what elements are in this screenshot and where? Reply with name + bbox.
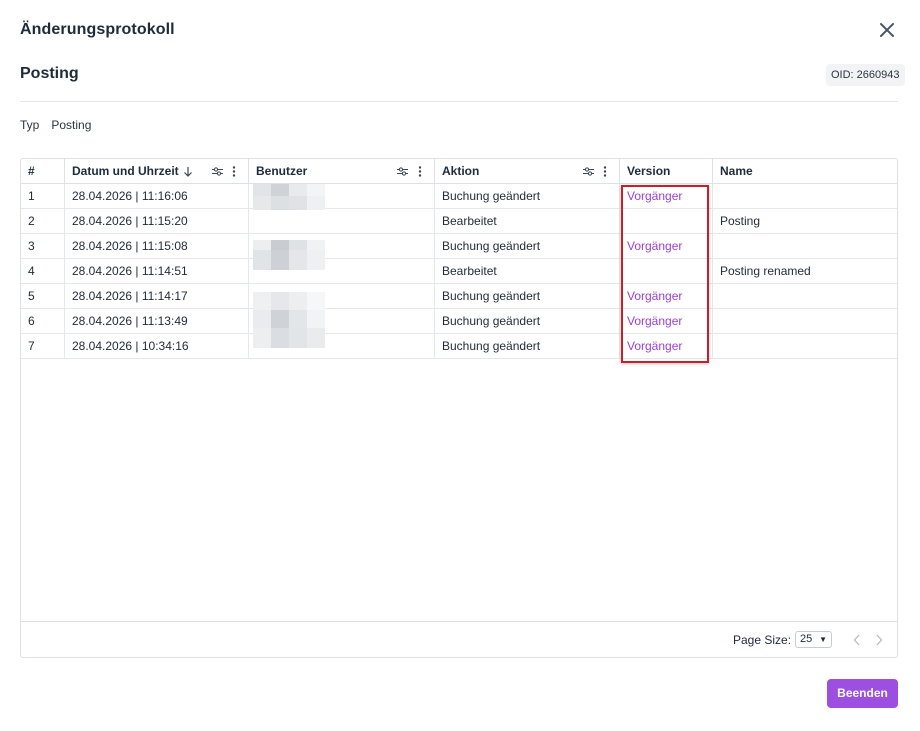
table-row[interactable]: 6 28.04.2026 | 11:13:49 Buchung geändert… (21, 309, 897, 334)
row-number: 4 (21, 259, 65, 284)
type-label: Typ (20, 118, 40, 132)
table-row[interactable]: 3 28.04.2026 | 11:15:08 Buchung geändert… (21, 234, 897, 259)
row-version-link[interactable]: Vorgänger (620, 234, 713, 259)
row-name (713, 334, 897, 359)
table-row[interactable]: 1 28.04.2026 | 11:16:06 Buchung geändert… (21, 184, 897, 209)
column-header-datetime[interactable]: Datum und Uhrzeit (65, 159, 249, 184)
row-version-link[interactable] (620, 209, 713, 234)
row-action: Buchung geändert (435, 184, 620, 209)
row-version-link[interactable]: Vorgänger (620, 309, 713, 334)
page-size-label: Page Size: (733, 633, 792, 647)
row-number: 5 (21, 284, 65, 309)
row-name (713, 234, 897, 259)
caret-down-icon: ▼ (819, 635, 827, 644)
row-number: 1 (21, 184, 65, 209)
column-header-name[interactable]: Name (713, 159, 897, 184)
arrow-down-icon[interactable] (183, 166, 193, 177)
kebab-menu-icon[interactable] (603, 166, 607, 177)
table-row[interactable]: 7 28.04.2026 | 10:34:16 Buchung geändert… (21, 334, 897, 359)
record-title: Posting (20, 65, 79, 82)
dialog-title: Änderungsprotokoll (20, 21, 175, 38)
type-value: Posting (51, 118, 92, 132)
column-header-number[interactable]: # (21, 159, 65, 184)
row-number: 7 (21, 334, 65, 359)
redacted-user-names (253, 184, 325, 359)
chevron-right-icon[interactable] (875, 634, 883, 646)
oid-badge: OID: 2660943 (826, 64, 905, 86)
table-row[interactable]: 4 28.04.2026 | 11:14:51 Bearbeitet Posti… (21, 259, 897, 284)
row-datetime: 28.04.2026 | 11:14:51 (65, 259, 249, 284)
row-version-link[interactable]: Vorgänger (620, 334, 713, 359)
row-version-link[interactable]: Vorgänger (620, 184, 713, 209)
row-number: 2 (21, 209, 65, 234)
row-action: Buchung geändert (435, 284, 620, 309)
row-name: Posting (720, 214, 761, 228)
filter-icon[interactable] (583, 167, 594, 176)
change-log-dialog: Änderungsprotokoll Posting OID: 2660943 … (0, 0, 920, 731)
row-name (713, 284, 897, 309)
header-divider (20, 101, 898, 102)
column-header-user[interactable]: Benutzer (249, 159, 435, 184)
row-action: Buchung geändert (435, 234, 620, 259)
filter-icon[interactable] (397, 167, 408, 176)
type-meta: Typ Posting (20, 118, 91, 132)
row-datetime: 28.04.2026 | 11:16:06 (65, 184, 249, 209)
table-row[interactable]: 2 28.04.2026 | 11:15:20 Bearbeitet Posti… (21, 209, 897, 234)
row-datetime: 28.04.2026 | 11:15:08 (65, 234, 249, 259)
end-button[interactable]: Beenden (827, 679, 898, 708)
filter-icon[interactable] (212, 167, 223, 176)
close-icon[interactable] (878, 21, 896, 39)
row-datetime: 28.04.2026 | 11:13:49 (65, 309, 249, 334)
table-row[interactable]: 5 28.04.2026 | 11:14:17 Buchung geändert… (21, 284, 897, 309)
chevron-left-icon[interactable] (853, 634, 861, 646)
kebab-menu-icon[interactable] (232, 166, 236, 177)
row-action: Bearbeitet (435, 259, 620, 284)
row-version-link[interactable]: Vorgänger (620, 284, 713, 309)
row-name: Posting renamed (720, 264, 811, 278)
row-number: 3 (21, 234, 65, 259)
row-datetime: 28.04.2026 | 11:14:17 (65, 284, 249, 309)
kebab-menu-icon[interactable] (418, 166, 422, 177)
row-name (713, 184, 897, 209)
row-datetime: 28.04.2026 | 11:15:20 (65, 209, 249, 234)
column-header-action[interactable]: Aktion (435, 159, 620, 184)
change-log-table: # Datum und Uhrzeit Benutzer Aktion Vers… (20, 158, 898, 658)
row-action: Bearbeitet (435, 209, 620, 234)
table-footer: Page Size: 25 ▼ (21, 621, 897, 657)
row-action: Buchung geändert (435, 334, 620, 359)
row-version-link[interactable] (620, 259, 713, 284)
row-datetime: 28.04.2026 | 10:34:16 (65, 334, 249, 359)
row-action: Buchung geändert (435, 309, 620, 334)
row-name (713, 309, 897, 334)
page-size-select[interactable]: 25 ▼ (795, 631, 832, 648)
column-header-version[interactable]: Version (620, 159, 713, 184)
table-header: # Datum und Uhrzeit Benutzer Aktion Vers… (21, 159, 897, 184)
row-number: 6 (21, 309, 65, 334)
